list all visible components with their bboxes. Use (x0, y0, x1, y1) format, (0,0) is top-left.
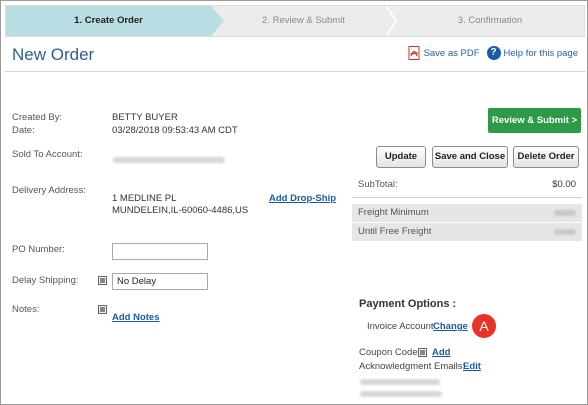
coupon-code-label: Coupon Code: (359, 347, 421, 358)
add-notes-link[interactable]: Add Notes (112, 312, 160, 323)
subtotal-label: SubTotal: (358, 179, 398, 190)
ack-email-redacted-1 (360, 379, 440, 385)
add-drop-ship-link[interactable]: Add Drop-Ship (269, 193, 336, 204)
po-number-label: PO Number: (12, 244, 65, 255)
notes-icon[interactable] (98, 305, 107, 314)
step-confirmation: 3. Confirmation (457, 15, 523, 26)
help-icon[interactable]: ? (486, 46, 501, 60)
payment-method: Invoice Account (367, 321, 434, 332)
sold-to-account-redacted (113, 157, 225, 163)
header-divider (5, 71, 585, 72)
top-links: Save as PDF ? Help for this page (408, 46, 578, 60)
order-page: 1. Create Order 2. Review & Submit 3. Co… (0, 0, 588, 405)
step-review-submit: 2. Review & Submit (262, 15, 345, 26)
save-and-close-button[interactable]: Save and Close (432, 146, 508, 168)
edit-ack-emails-link[interactable]: Edit (463, 361, 481, 372)
freight-minimum-label: Freight Minimum (358, 207, 429, 218)
freight-minimum-row: Freight Minimum (352, 204, 582, 222)
created-by-value: BETTY BUYER (112, 112, 178, 123)
po-number-input[interactable] (112, 243, 208, 260)
wizard-steps: 1. Create Order 2. Review & Submit 3. Co… (5, 5, 585, 37)
date-value: 03/28/2018 09:53:43 AM CDT (112, 125, 238, 136)
acknowledgment-emails-label: Acknowledgment Emails: (359, 361, 466, 372)
delay-shipping-label: Delay Shipping: (12, 275, 79, 286)
help-link[interactable]: Help for this page (504, 48, 578, 59)
pdf-icon[interactable] (408, 46, 421, 60)
delivery-address-line1: 1 MEDLINE PL (112, 193, 177, 204)
step-create-order: 1. Create Order (6, 6, 211, 36)
callout-badge: A (472, 314, 496, 338)
add-coupon-link[interactable]: Add (432, 347, 450, 358)
delay-shipping-select[interactable] (112, 273, 208, 290)
info-icon[interactable] (98, 276, 107, 285)
coupon-info-icon[interactable] (418, 348, 427, 357)
delete-order-button[interactable]: Delete Order (513, 146, 579, 168)
payment-options-title: Payment Options : (359, 298, 457, 310)
review-submit-button[interactable]: Review & Submit > (488, 108, 581, 133)
freight-minimum-value-redacted (554, 210, 576, 216)
change-payment-link[interactable]: Change (433, 321, 468, 332)
created-by-label: Created By: (12, 112, 63, 123)
page-title: New Order (12, 45, 95, 64)
notes-label: Notes: (12, 304, 40, 315)
subtotal-value: $0.00 (552, 179, 576, 190)
until-free-freight-row: Until Free Freight (352, 223, 582, 241)
ack-email-redacted-2 (360, 391, 442, 397)
summary-divider (352, 197, 582, 198)
delivery-address-line2: MUNDELEIN,IL-60060-4486,US (112, 205, 249, 216)
date-label: Date: (12, 125, 35, 136)
until-free-freight-value-redacted (554, 229, 576, 235)
delivery-address-label: Delivery Address: (12, 185, 86, 196)
update-button[interactable]: Update (376, 146, 426, 168)
save-pdf-link[interactable]: Save as PDF (424, 48, 480, 59)
subtotal-row: SubTotal: $0.00 (352, 176, 582, 194)
sold-to-label: Sold To Account: (12, 149, 83, 160)
until-free-freight-label: Until Free Freight (358, 226, 432, 237)
